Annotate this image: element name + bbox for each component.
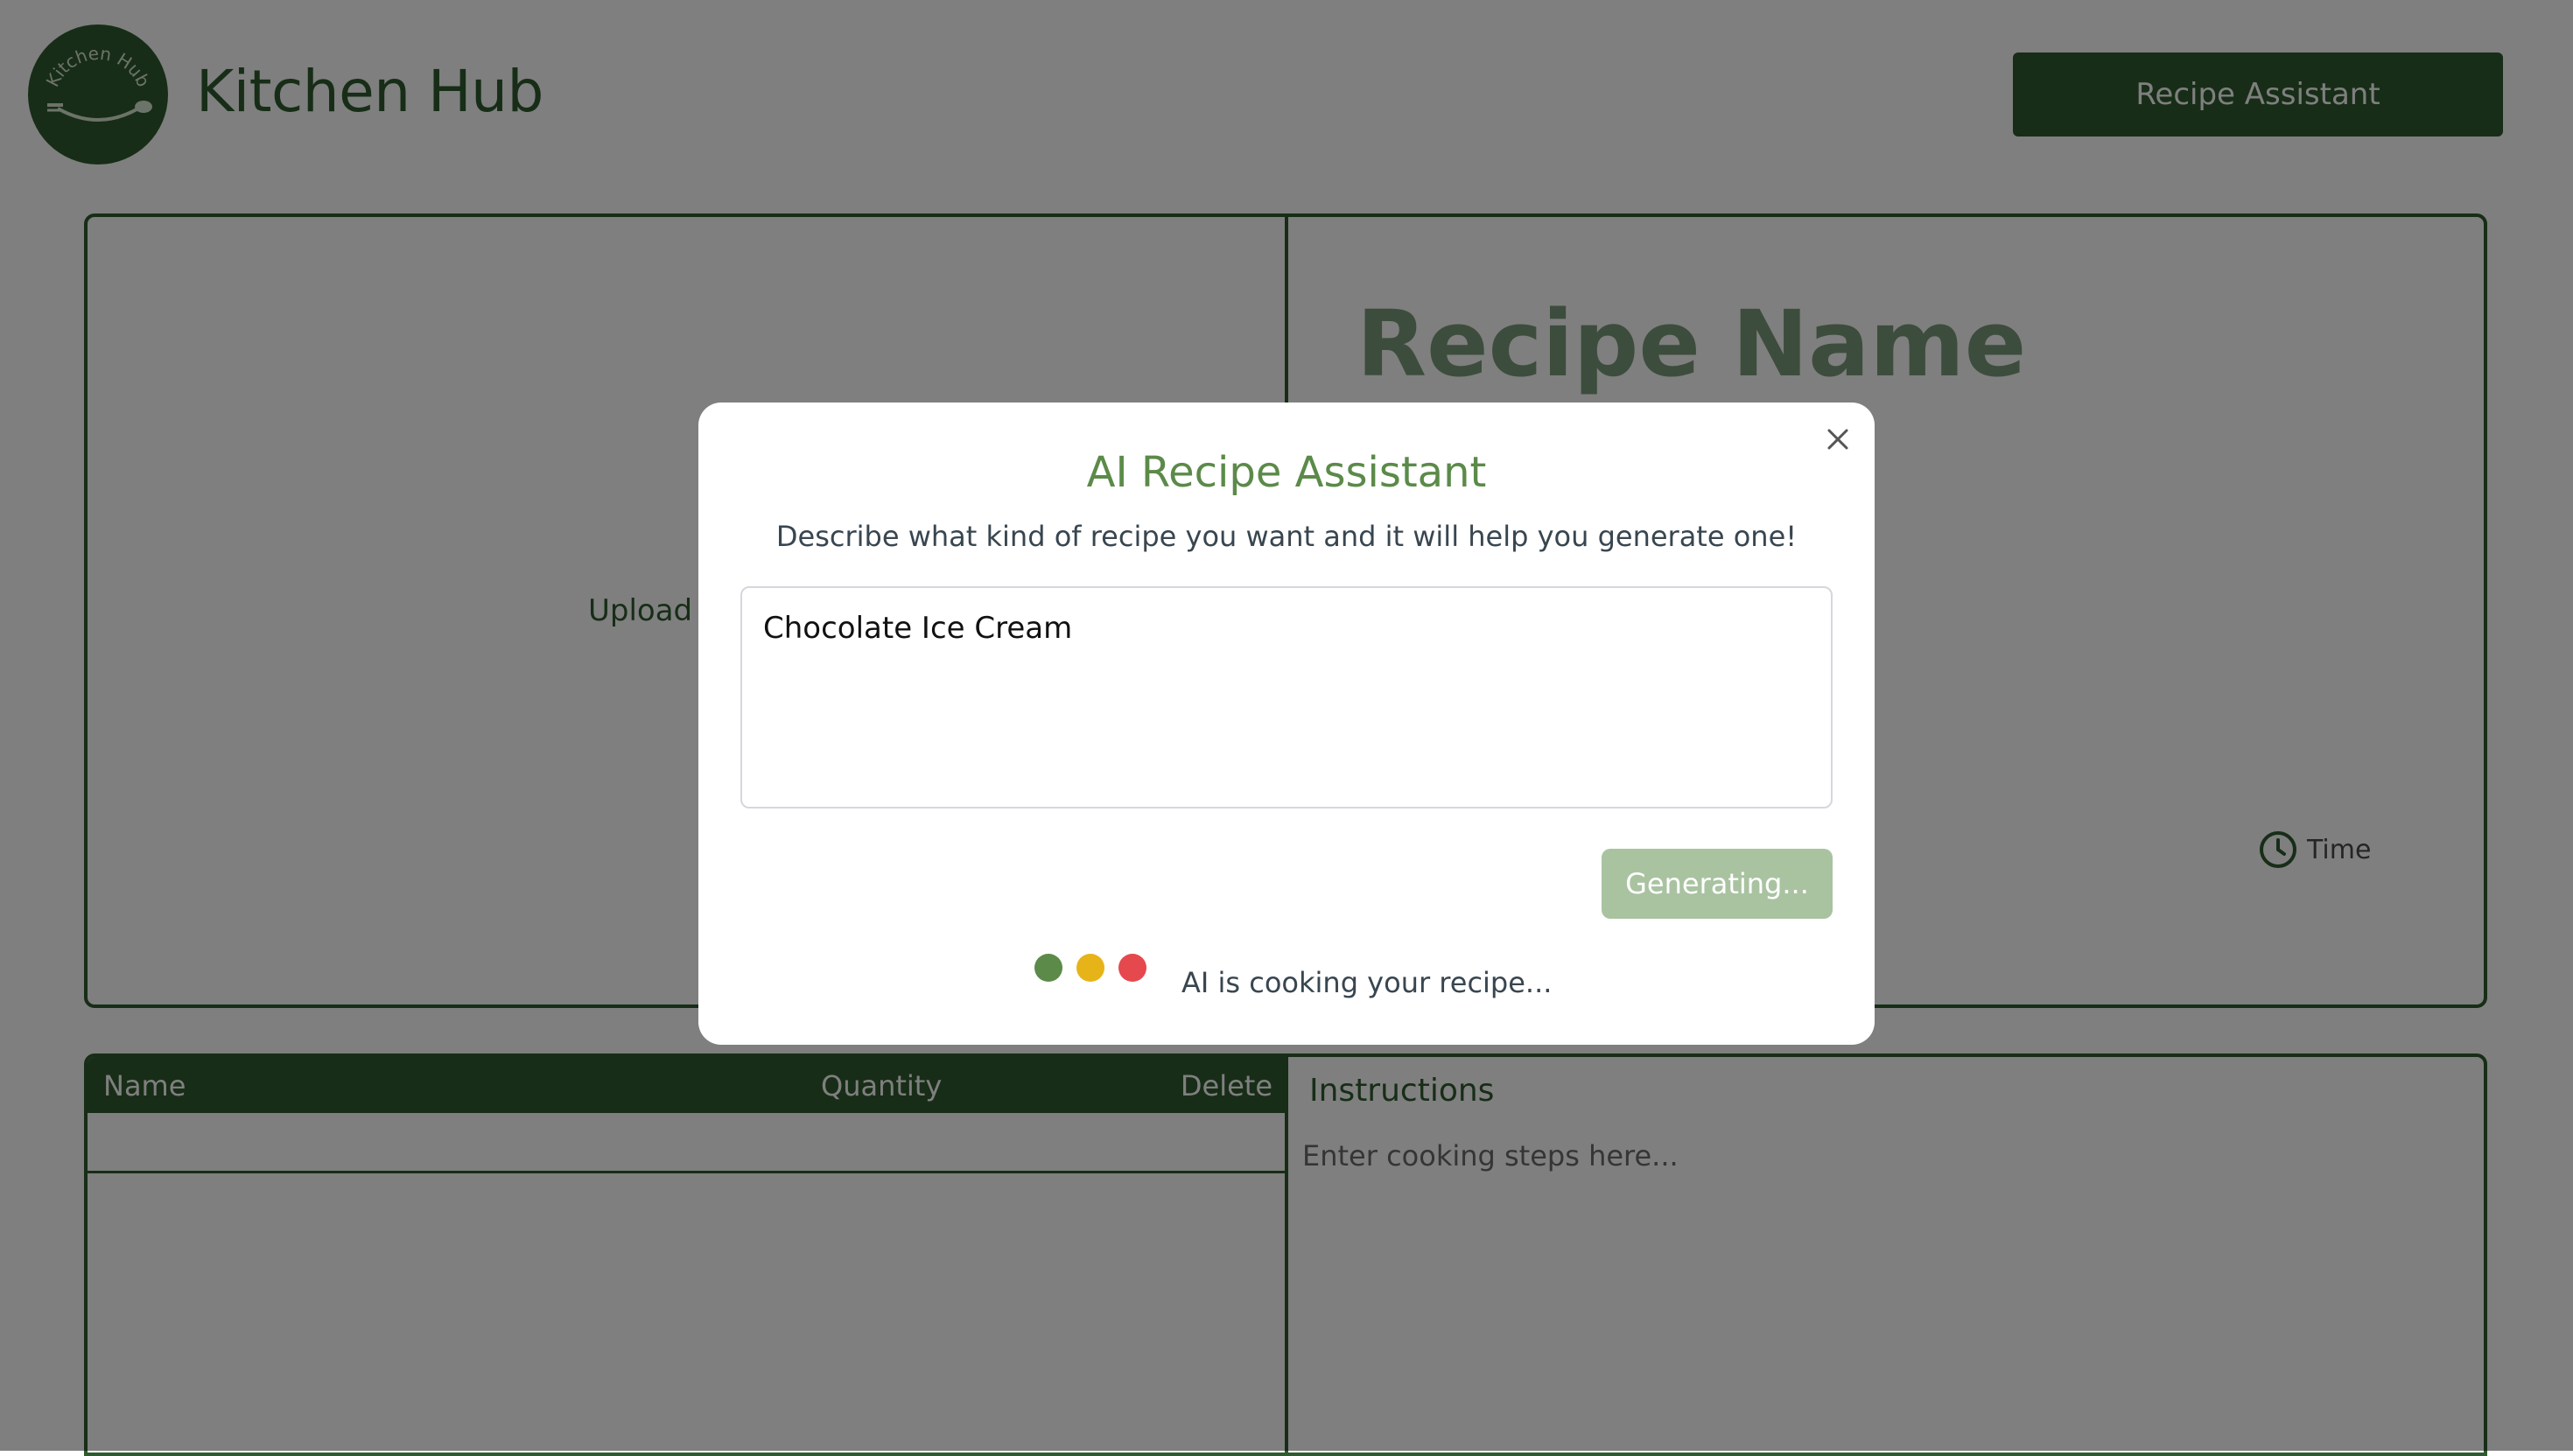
loading-status-text: AI is cooking your recipe... xyxy=(1181,966,1553,999)
loading-dot-green xyxy=(1034,954,1062,982)
generate-button[interactable]: Generating... xyxy=(1602,849,1833,919)
modal-description: Describe what kind of recipe you want an… xyxy=(775,520,1798,553)
loading-dot-yellow xyxy=(1076,954,1104,982)
ai-assistant-modal: AI Recipe Assistant Describe what kind o… xyxy=(698,402,1875,1045)
modal-title: AI Recipe Assistant xyxy=(1086,448,1487,497)
recipe-prompt-input[interactable]: Chocolate Ice Cream xyxy=(740,586,1833,808)
kitchen-hub-page: Kitchen Hub Kitchen Hub Recipe Assistant… xyxy=(0,0,2573,1456)
loading-dots xyxy=(1034,954,1146,982)
loading-dot-red xyxy=(1118,954,1146,982)
